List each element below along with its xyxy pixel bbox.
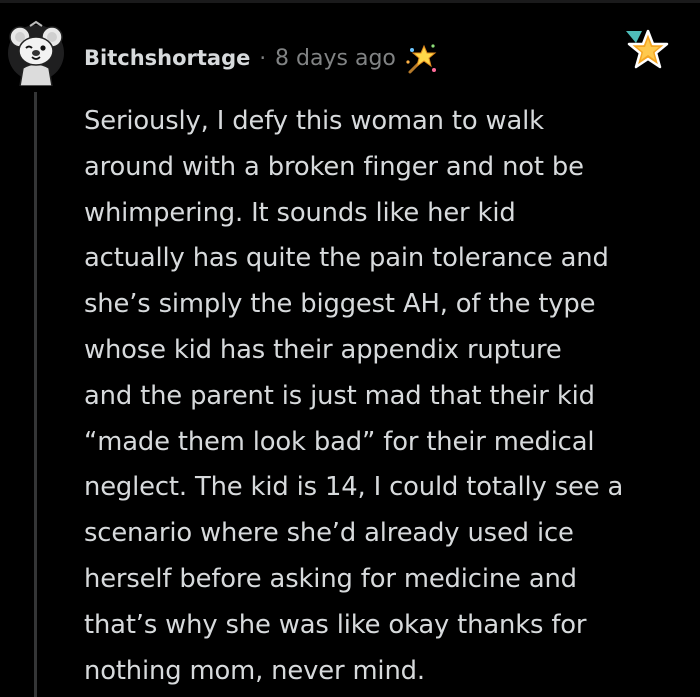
comment-body-line: actually has quite the pain tolerance an… <box>84 243 609 274</box>
meta-separator: · <box>259 46 267 70</box>
comment-body-line: whimpering. It sounds like her kid <box>84 197 516 228</box>
comment-body-line: whose kid has their appendix rupture <box>84 334 562 365</box>
comment-meta: Bitchshortage · 8 days ago <box>84 40 438 76</box>
star-badge-icon[interactable] <box>622 27 670 73</box>
comment-body-line: and the parent is just mad that their ki… <box>84 380 595 411</box>
username-link[interactable]: Bitchshortage <box>84 46 250 70</box>
comment-body-line: herself before asking for medicine and <box>84 563 577 594</box>
timestamp-link[interactable]: 8 days ago <box>275 46 396 71</box>
comment-body: Seriously, I defy this woman to walk aro… <box>84 99 684 694</box>
thread-collapse-line[interactable] <box>34 92 37 697</box>
comment-body-line: “made them look bad” for their medical <box>84 426 595 457</box>
comment-body-line: nothing mom, never mind. <box>84 655 425 686</box>
comment-body-line: scenario where she’d already used ice <box>84 518 574 549</box>
comment-body-line: that’s why she was like okay thanks for <box>84 609 587 640</box>
sparkle-award-icon[interactable] <box>404 42 438 76</box>
comment-body-line: around with a broken finger and not be <box>84 151 584 182</box>
comment-body-line: neglect. The kid is 14, I could totally … <box>84 472 624 503</box>
comment: Bitchshortage · 8 days ago Seriously, I … <box>0 0 700 697</box>
comment-body-line: she’s simply the biggest AH, of the type <box>84 289 596 320</box>
snoo-koala-avatar-icon[interactable] <box>6 20 66 86</box>
comment-body-line: Seriously, I defy this woman to walk <box>84 106 544 136</box>
